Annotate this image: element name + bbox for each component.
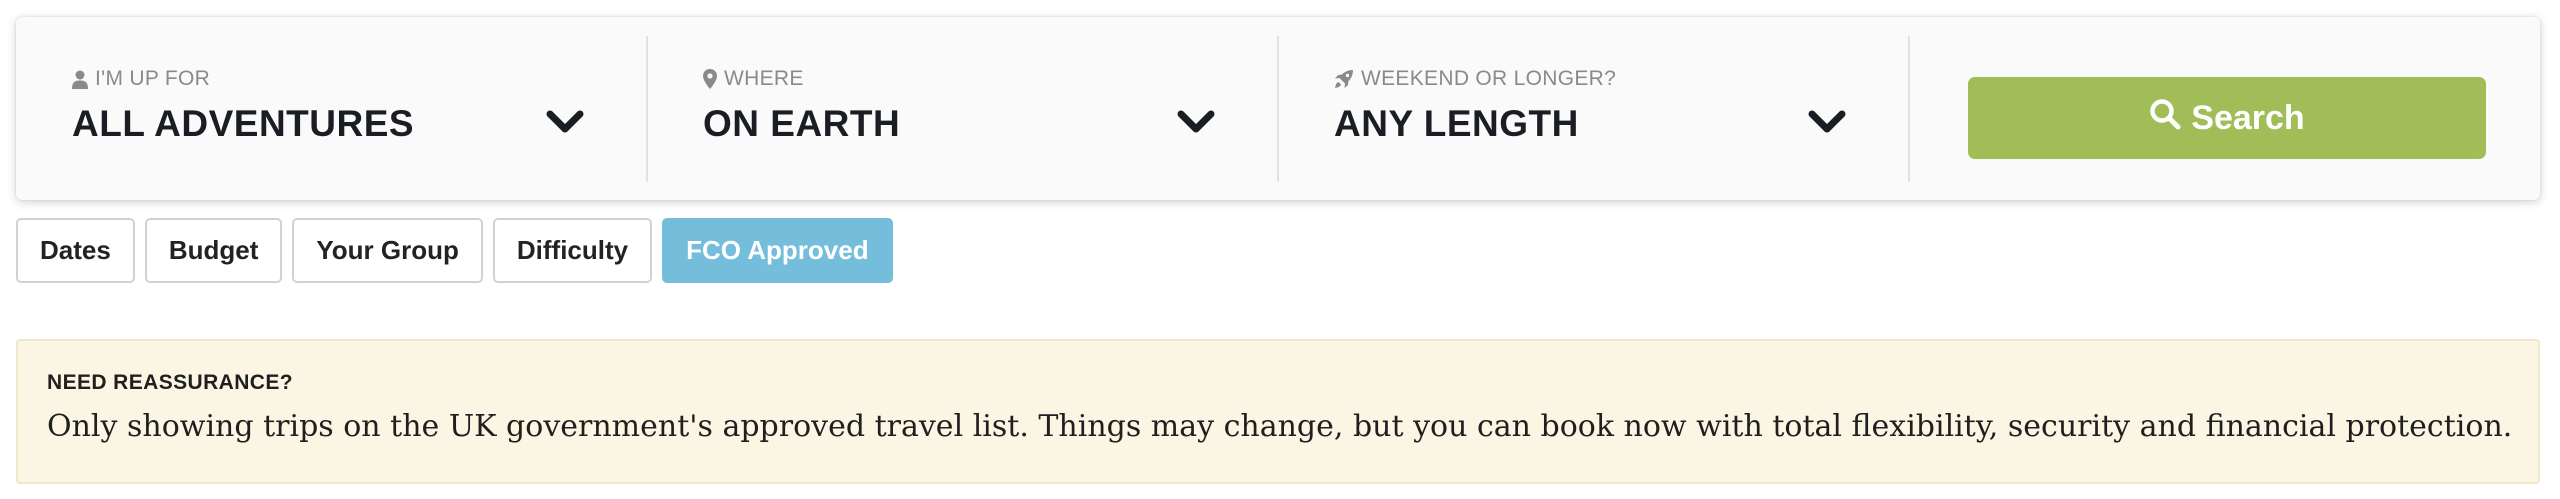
filter-bar: Dates Budget Your Group Difficulty FCO A…	[16, 218, 893, 283]
filter-dates-button[interactable]: Dates	[16, 218, 135, 283]
map-pin-icon	[703, 69, 717, 89]
notice-title: NEED REASSURANCE?	[47, 371, 293, 394]
field-divider	[1908, 36, 1910, 182]
trip-length-label-text: WEEKEND OR LONGER?	[1361, 67, 1617, 90]
destination-select[interactable]: WHERE ON EARTH	[647, 17, 1277, 200]
chevron-down-icon	[1177, 110, 1215, 133]
filter-your-group-button[interactable]: Your Group	[292, 218, 483, 283]
person-icon	[72, 70, 88, 89]
adventure-type-value: ALL ADVENTURES	[72, 103, 415, 144]
reassurance-notice: NEED REASSURANCE? Only showing trips on …	[16, 339, 2540, 484]
trip-length-select[interactable]: WEEKEND OR LONGER? ANY LENGTH	[1278, 17, 1908, 200]
destination-label: WHERE	[703, 67, 804, 91]
filter-difficulty-button[interactable]: Difficulty	[492, 218, 653, 283]
search-panel: I'M UP FOR ALL ADVENTURES WHERE ON EARTH	[16, 17, 2540, 200]
notice-body: Only showing trips on the UK government'…	[47, 409, 2513, 444]
chevron-down-icon	[546, 110, 584, 133]
trip-length-label: WEEKEND OR LONGER?	[1334, 67, 1616, 91]
destination-label-text: WHERE	[724, 67, 804, 90]
filter-fco-approved-button[interactable]: FCO Approved	[662, 218, 893, 283]
trip-length-value: ANY LENGTH	[1334, 103, 1579, 144]
search-button[interactable]: Search	[1968, 77, 2486, 159]
adventure-type-label: I'M UP FOR	[72, 67, 210, 91]
search-button-label: Search	[2191, 98, 2305, 137]
adventure-type-label-text: I'M UP FOR	[95, 67, 211, 90]
rocket-icon	[1334, 69, 1354, 89]
adventure-type-select[interactable]: I'M UP FOR ALL ADVENTURES	[16, 17, 646, 200]
chevron-down-icon	[1808, 110, 1846, 133]
destination-value: ON EARTH	[703, 103, 901, 144]
search-icon	[2149, 98, 2181, 139]
filter-budget-button[interactable]: Budget	[144, 218, 283, 283]
